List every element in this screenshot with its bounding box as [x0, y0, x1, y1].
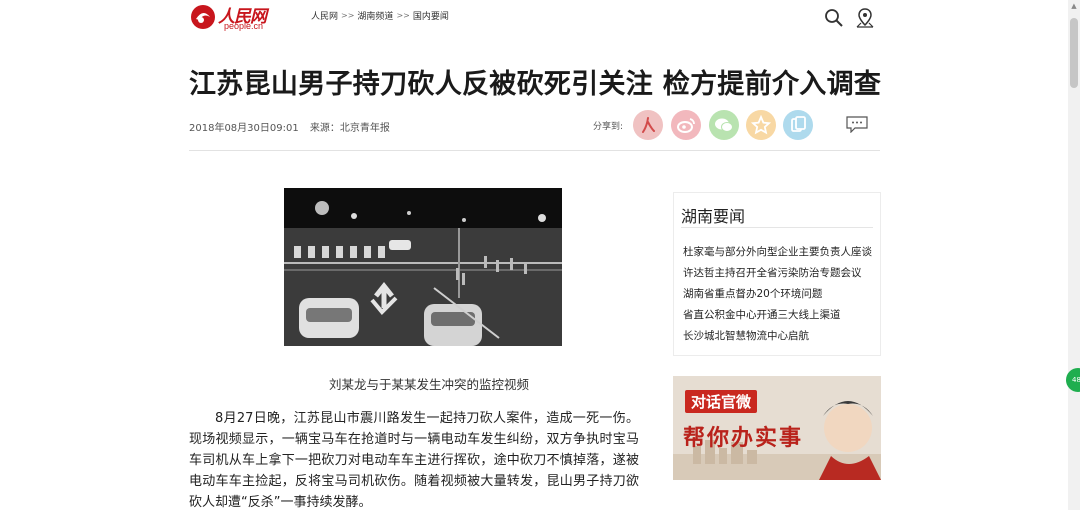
image-caption: 刘某龙与于某某发生冲突的监控视频 — [328, 377, 529, 392]
title-divider — [189, 150, 880, 151]
top-bar: 人民网 people.cn 人民网 >> 湖南频道 >> 国内要闻 — [0, 0, 1080, 40]
share-sina-weibo-button[interactable] — [671, 110, 701, 140]
comment-button[interactable] — [846, 116, 868, 134]
share-favorite-button[interactable] — [746, 110, 776, 140]
panel-divider — [681, 227, 873, 228]
share-people-weibo-button[interactable] — [633, 110, 663, 140]
breadcrumb-separator: >> — [396, 11, 410, 20]
surveillance-video-still[interactable] — [284, 188, 562, 346]
location-pin-icon — [856, 8, 874, 28]
banner-tag: 对话官微 — [685, 390, 758, 413]
dialogue-official-weibo-banner[interactable]: 对话官微 帮你办实事 — [673, 376, 881, 480]
banner-headline: 帮你办实事 — [683, 425, 804, 451]
breadcrumb-separator: >> — [341, 11, 355, 20]
breadcrumb-item-hunan[interactable]: 湖南频道 — [357, 9, 393, 22]
comment-icon — [846, 116, 868, 134]
article-title: 江苏昆山男子持刀砍人反被砍死引关注 检方提前介入调查 — [189, 69, 882, 100]
copy-icon — [791, 116, 806, 132]
scroll-up-arrow-icon[interactable]: ▲ — [1070, 2, 1078, 12]
breadcrumb: 人民网 >> 湖南频道 >> 国内要闻 — [311, 9, 449, 22]
wechat-icon — [715, 118, 733, 132]
hunan-news-list: 杜家毫与部分外向型企业主要负责人座谈 许达哲主持召开全省污染防治专题会议 湖南省… — [683, 242, 872, 347]
news-link[interactable]: 省直公积金中心开通三大线上渠道 — [683, 305, 872, 326]
hunan-news-title[interactable]: 湖南要闻 — [681, 203, 745, 227]
location-button[interactable] — [855, 7, 875, 29]
publish-date: 2018年08月30日09:01 — [189, 123, 299, 134]
article-meta: 2018年08月30日09:01 来源：北京青年报 — [189, 119, 398, 134]
people-cn-logo[interactable]: 人民网 people.cn — [190, 2, 270, 34]
share-label: 分享到: — [593, 122, 624, 132]
article-source[interactable]: 来源：北京青年报 — [310, 123, 390, 134]
search-button[interactable] — [824, 8, 844, 28]
logo-subtext: people.cn — [224, 21, 264, 31]
share-wechat-button[interactable] — [709, 110, 739, 140]
hunan-news-panel: 湖南要闻 杜家毫与部分外向型企业主要负责人座谈 许达哲主持召开全省污染防治专题会… — [673, 192, 881, 356]
scroll-thumb[interactable] — [1070, 18, 1078, 88]
breadcrumb-item-domestic[interactable]: 国内要闻 — [413, 9, 449, 22]
intersection-night-image — [284, 188, 562, 346]
star-icon — [750, 114, 772, 135]
news-link[interactable]: 长沙城北智慧物流中心启航 — [683, 326, 872, 347]
logo-mark-icon — [191, 5, 215, 29]
breadcrumb-item-home[interactable]: 人民网 — [311, 9, 338, 22]
people-weibo-icon — [642, 117, 655, 133]
article-body: 8月27日晚，江苏昆山市震川路发生一起持刀砍人案件，造成一死一伤。现场视频显示，… — [189, 408, 639, 513]
news-link[interactable]: 许达哲主持召开全省污染防治专题会议 — [683, 263, 872, 284]
news-link[interactable]: 杜家毫与部分外向型企业主要负责人座谈 — [683, 242, 872, 263]
article-paragraph: 8月27日晚，江苏昆山市震川路发生一起持刀砍人案件，造成一死一伤。现场视频显示，… — [189, 411, 639, 510]
search-icon — [825, 9, 843, 27]
sina-weibo-icon — [677, 118, 695, 133]
share-copy-button[interactable] — [783, 110, 813, 140]
news-link[interactable]: 湖南省重点督办20个环境问题 — [683, 284, 872, 305]
